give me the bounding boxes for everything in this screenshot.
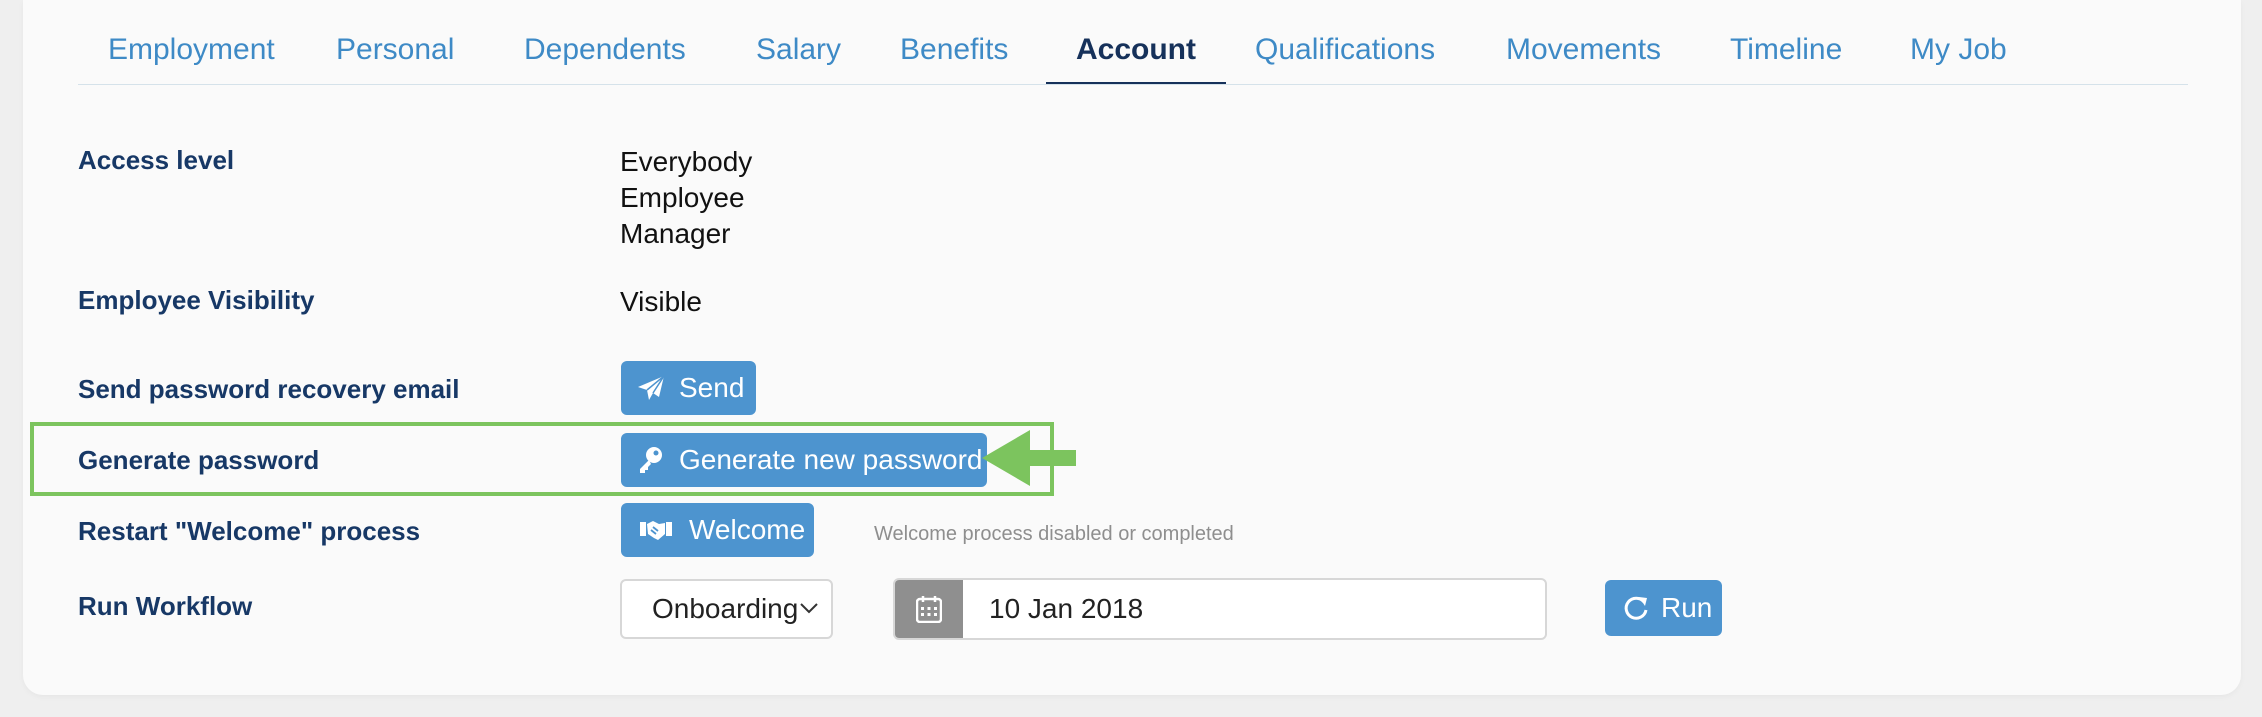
visibility-label: Employee Visibility: [78, 285, 315, 315]
tab-salary[interactable]: Salary: [726, 20, 871, 84]
paper-plane-icon: [638, 375, 665, 400]
tab-dependents[interactable]: Dependents: [494, 20, 716, 84]
date-picker[interactable]: 10 Jan 2018: [893, 578, 1547, 640]
arrow-pointer-icon: [982, 430, 1076, 486]
calendar-button[interactable]: [895, 580, 963, 638]
welcome-button[interactable]: Welcome: [621, 503, 814, 557]
tab-movements[interactable]: Movements: [1476, 20, 1691, 84]
generate-password-button[interactable]: Generate new password: [621, 433, 987, 487]
tab-personal[interactable]: Personal: [306, 20, 484, 84]
run-button-label: Run: [1661, 592, 1713, 623]
workflow-select[interactable]: Onboarding: [620, 579, 833, 639]
generate-password-label: Generate password: [78, 445, 320, 475]
tab-my-job[interactable]: My Job: [1880, 20, 2037, 84]
access-level-manager: Manager: [620, 218, 731, 249]
calendar-icon: [916, 596, 942, 623]
generate-password-button-label: Generate new password: [679, 444, 983, 475]
key-icon: [640, 447, 662, 473]
handshake-icon: [640, 521, 672, 540]
send-button[interactable]: Send: [621, 361, 756, 415]
tab-benefits[interactable]: Benefits: [870, 20, 1038, 84]
tab-timeline[interactable]: Timeline: [1700, 20, 1872, 84]
visibility-value: Visible: [620, 286, 702, 317]
tab-bar: Employment Personal Dependents Salary Be…: [78, 0, 2188, 85]
run-workflow-label: Run Workflow: [78, 591, 253, 621]
date-input[interactable]: 10 Jan 2018: [989, 580, 1143, 638]
recovery-email-label: Send password recovery email: [78, 374, 460, 404]
welcome-button-label: Welcome: [689, 514, 806, 545]
run-button[interactable]: Run: [1605, 580, 1722, 636]
chevron-down-icon: [800, 603, 818, 614]
access-level-label: Access level: [78, 145, 235, 175]
tab-account[interactable]: Account: [1046, 20, 1226, 84]
send-button-label: Send: [679, 372, 745, 403]
tab-employment[interactable]: Employment: [78, 20, 305, 84]
refresh-icon: [1624, 596, 1648, 620]
tab-qualifications[interactable]: Qualifications: [1225, 20, 1465, 84]
access-level-everybody: Everybody: [620, 146, 753, 177]
welcome-label: Restart "Welcome" process: [78, 516, 421, 546]
access-level-employee: Employee: [620, 182, 745, 213]
workflow-select-value: Onboarding: [652, 593, 799, 624]
welcome-status-text: Welcome process disabled or completed: [874, 523, 1234, 545]
